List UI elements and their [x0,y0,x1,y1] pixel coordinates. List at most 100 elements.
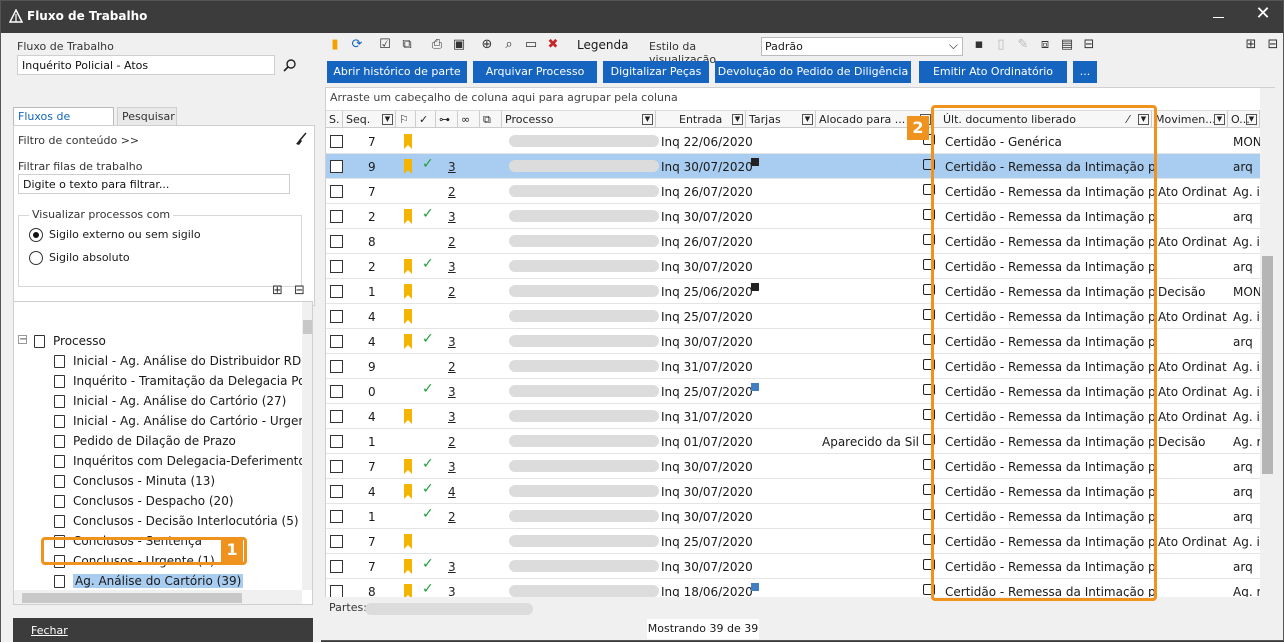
tree-root-processo[interactable]: − Processo [14,332,302,352]
more-button[interactable]: ... [1073,61,1097,83]
col-link[interactable]: ∞ [458,111,480,128]
tab-pesquisar[interactable]: Pesquisar [117,107,177,125]
minimize-button[interactable] [1209,5,1229,25]
row-processo[interactable] [509,260,659,272]
row-checkbox[interactable] [330,460,343,473]
filter-icon[interactable]: ▼ [802,114,813,125]
tree-item[interactable]: Inicial - Ag. Análise do Distribuidor RD… [14,352,302,372]
filter-icon[interactable]: ▼ [382,114,393,125]
col-flag[interactable]: ⚐ [396,111,416,128]
row-link[interactable]: 4 [448,485,456,499]
row-link[interactable]: 3 [448,385,456,399]
row-processo[interactable] [509,210,659,222]
collapse-icon[interactable]: − [18,335,27,345]
remove-comment-icon[interactable]: ✖ [545,37,561,53]
row-processo[interactable] [509,160,659,172]
row-checkbox[interactable] [330,485,343,498]
filtrar-input[interactable]: Digite o texto para filtrar... [18,174,290,194]
row-processo[interactable] [509,385,659,397]
emitir-ato-button[interactable]: Emitir Ato Ordinatório [919,61,1067,83]
col-movimento[interactable]: Movimen... ▼ [1152,111,1228,128]
list-view-icon[interactable]: ⊟ [1265,37,1281,53]
row-checkbox[interactable] [330,435,343,448]
row-processo[interactable] [509,510,659,522]
row-checkbox[interactable] [330,310,343,323]
row-link[interactable]: 2 [448,285,456,299]
row-checkbox[interactable] [330,585,343,597]
radio-sigilo-externo[interactable] [29,228,43,242]
row-processo[interactable] [509,560,659,572]
add-doc-icon[interactable]: ⊕ [479,37,495,53]
tree-item[interactable]: Inquérito - Tramitação da Delegacia Poli… [14,372,302,392]
filter-icon[interactable]: ▼ [732,114,743,125]
row-link[interactable]: 2 [448,510,456,524]
legenda-label[interactable]: Legenda [577,38,628,52]
tree-collapse-icon[interactable]: ⊟ [294,283,305,298]
broom-icon[interactable] [294,132,308,146]
col-seq[interactable]: Seq. ▼ [343,111,396,128]
digitalizar-button[interactable]: Digitalizar Peças [603,61,709,83]
col-entrada[interactable]: Entrada ▼ [676,111,746,128]
col-processo[interactable]: Processo ▼ [502,111,656,128]
row-processo[interactable] [509,360,659,372]
row-checkbox[interactable] [330,360,343,373]
close-button[interactable]: ✕ [1253,5,1273,25]
row-link[interactable]: 3 [448,160,456,174]
row-checkbox[interactable] [330,510,343,523]
tree-scrollbar[interactable] [302,302,312,590]
col-copy[interactable]: ⧉ [480,111,502,128]
tree-item[interactable]: Inquéritos com Delegacia-Deferimento de … [14,452,302,472]
row-processo[interactable] [509,335,659,347]
row-processo[interactable] [509,285,659,297]
document-icon[interactable]: ▤ [1059,37,1075,53]
row-processo[interactable] [509,310,659,322]
row-checkbox[interactable] [330,235,343,248]
tab-fluxos[interactable]: Fluxos de trabalho [13,107,114,136]
row-processo[interactable] [509,185,659,197]
row-checkbox[interactable] [330,185,343,198]
row-checkbox[interactable] [330,210,343,223]
col-o[interactable]: O... ▼ [1228,111,1260,128]
new-icon[interactable]: ▮ [327,37,343,53]
row-checkbox[interactable] [330,260,343,273]
row-link[interactable]: 3 [448,260,456,274]
tree-item[interactable]: Pedido de Dilação de Prazo [14,432,302,452]
col-check[interactable]: ✓ [416,111,436,128]
disk-icon[interactable]: ▪ [971,37,987,53]
tree-item[interactable]: Conclusos - Minuta (13) [14,472,302,492]
col-s[interactable]: S. [326,111,343,128]
row-link[interactable]: 3 [448,410,456,424]
row-checkbox[interactable] [330,560,343,573]
find-doc-icon[interactable]: ⌕ [501,37,517,53]
row-link[interactable]: 2 [448,185,456,199]
row-link[interactable]: 3 [448,460,456,474]
arquivar-button[interactable]: Arquivar Processo [473,61,597,83]
tree-view-icon[interactable]: ⊞ [1243,37,1259,53]
tree-item[interactable]: Conclusos - Decisão Interlocutória (5) [14,512,302,532]
tree-item[interactable]: Inicial - Ag. Análise do Cartório - Urge… [14,412,302,432]
row-link[interactable]: 2 [448,360,456,374]
fluxo-field[interactable]: Inquérito Policial - Atos [17,55,275,75]
row-processo[interactable] [509,135,659,147]
filter-icon[interactable]: ▼ [1214,114,1225,125]
row-checkbox[interactable] [330,385,343,398]
row-checkbox[interactable] [330,285,343,298]
refresh-icon[interactable]: ⟳ [349,37,365,53]
select-icon[interactable]: ☑ [377,37,393,53]
estilo-select[interactable]: Padrão ⌵ [761,37,963,56]
tree-item[interactable]: Conclusos - Despacho (20) [14,492,302,512]
row-processo[interactable] [509,585,659,597]
tree-hscrollbar[interactable] [14,590,302,604]
row-checkbox[interactable] [330,335,343,348]
radio-sigilo-absoluto[interactable] [29,251,43,265]
save-icon[interactable]: ▣ [451,37,467,53]
row-processo[interactable] [509,235,659,247]
print-icon[interactable]: ⎙ [429,37,445,53]
copy-icon[interactable]: ⧉ [399,37,415,53]
filter-icon[interactable]: ▼ [1246,114,1257,125]
row-checkbox[interactable] [330,160,343,173]
grid-scrollbar[interactable] [1260,88,1275,597]
export-icon[interactable]: ⧈ [1037,37,1053,53]
filter-icon[interactable]: ▼ [642,114,653,125]
row-processo[interactable] [509,485,659,497]
